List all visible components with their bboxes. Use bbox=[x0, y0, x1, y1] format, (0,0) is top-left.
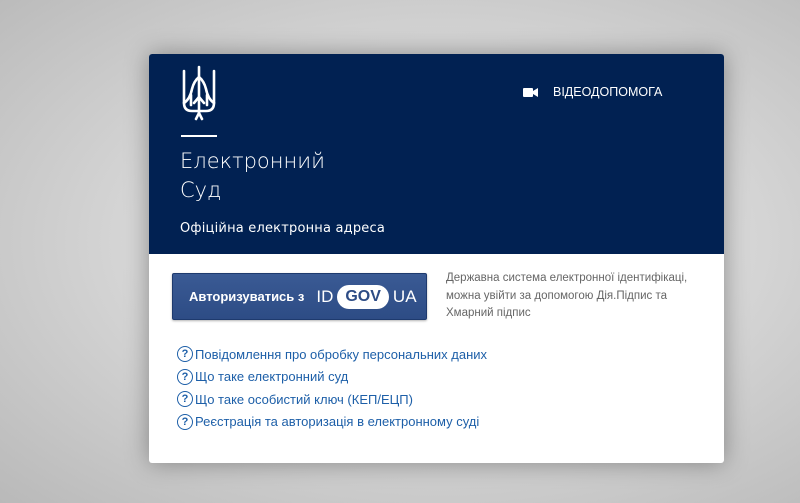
page-title: Електронний Суд bbox=[180, 147, 325, 205]
title-line-2: Суд bbox=[180, 178, 222, 202]
login-card: Електронний Суд Офіційна електронна адре… bbox=[149, 54, 724, 463]
auth-button-label: Авторизуватись з bbox=[189, 289, 305, 304]
header-panel: Електронний Суд Офіційна електронна адре… bbox=[149, 54, 724, 254]
question-circle-icon: ? bbox=[177, 368, 193, 385]
link-label: Що таке особистий ключ (КЕП/ЕЦП) bbox=[195, 391, 413, 407]
page-subtitle: Офіційна електронна адреса bbox=[180, 221, 386, 236]
question-circle-icon: ? bbox=[177, 391, 193, 408]
link-what-is-personal-key[interactable]: ? Що таке особистий ключ (КЕП/ЕЦП) bbox=[177, 388, 487, 411]
link-registration-authorization[interactable]: ? Реєстрація та авторизація в електронно… bbox=[177, 411, 487, 434]
logo-id: ID bbox=[316, 286, 334, 306]
auth-description: Державна система електронної ідентифікац… bbox=[446, 272, 688, 319]
id-gov-ua-logo: ID GOV UA bbox=[316, 284, 417, 309]
logo-ua: UA bbox=[392, 286, 417, 306]
question-circle-icon: ? bbox=[177, 346, 193, 363]
video-help-link[interactable]: ВІДЕОДОПОМОГА bbox=[523, 84, 662, 100]
id-gov-ua-login-button[interactable]: Авторизуватись з ID GOV UA bbox=[172, 273, 427, 320]
video-camera-icon bbox=[523, 87, 538, 97]
link-personal-data-notice[interactable]: ? Повідомлення про обробку персональних … bbox=[177, 343, 487, 366]
link-label: Повідомлення про обробку персональних да… bbox=[195, 346, 488, 362]
help-links: ? Повідомлення про обробку персональних … bbox=[177, 343, 487, 433]
header-divider bbox=[181, 135, 217, 137]
question-circle-icon: ? bbox=[177, 413, 193, 430]
video-help-label: ВІДЕОДОПОМОГА bbox=[553, 85, 663, 99]
link-label: Що таке електронний суд bbox=[195, 369, 349, 385]
trident-icon bbox=[182, 65, 216, 121]
logo-gov: GOV bbox=[337, 284, 389, 309]
title-line-1: Електронний bbox=[180, 149, 325, 173]
link-what-is-e-court[interactable]: ? Що таке електронний суд bbox=[177, 366, 487, 389]
link-label: Реєстрація та авторизація в електронному… bbox=[195, 414, 480, 430]
